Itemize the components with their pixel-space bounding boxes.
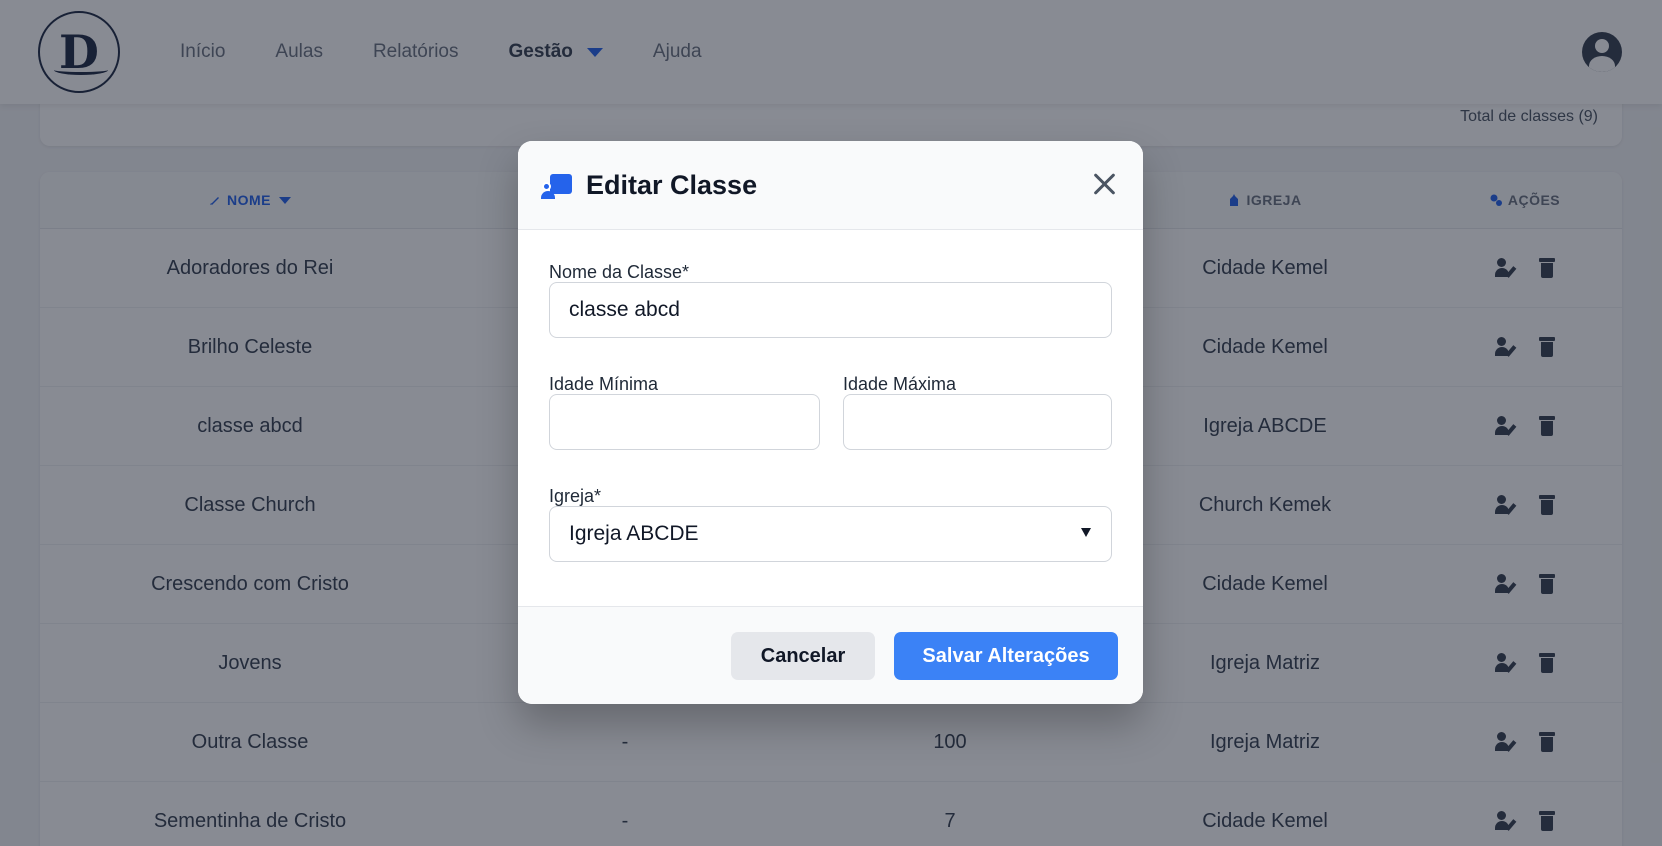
igreja-select[interactable]: Igreja ABCDE (549, 506, 1112, 562)
close-icon[interactable] (1091, 171, 1117, 197)
modal-title: Editar Classe (586, 169, 758, 200)
idade-minima-label: Idade Mínima (549, 374, 659, 394)
modal-footer: Cancelar Salvar Alterações (518, 606, 1143, 704)
igreja-label: Igreja* (549, 486, 602, 506)
igreja-selected-value: Igreja ABCDE (569, 522, 699, 545)
idade-minima-input[interactable] (549, 394, 820, 450)
nome-input[interactable]: classe abcd (549, 282, 1112, 338)
select-caret-icon (1081, 528, 1091, 537)
nome-label: Nome da Classe* (549, 262, 690, 282)
modal-body: Nome da Classe* classe abcd Idade Mínima… (518, 230, 1143, 606)
save-changes-button[interactable]: Salvar Alterações (894, 632, 1118, 680)
edit-class-modal: Editar Classe Nome da Classe* classe abc… (518, 141, 1143, 704)
cancel-button[interactable]: Cancelar (731, 632, 875, 680)
chalkboard-teacher-icon (541, 172, 572, 199)
modal-header: Editar Classe (518, 141, 1143, 230)
idade-maxima-input[interactable] (843, 394, 1112, 450)
idade-maxima-label: Idade Máxima (843, 374, 957, 394)
